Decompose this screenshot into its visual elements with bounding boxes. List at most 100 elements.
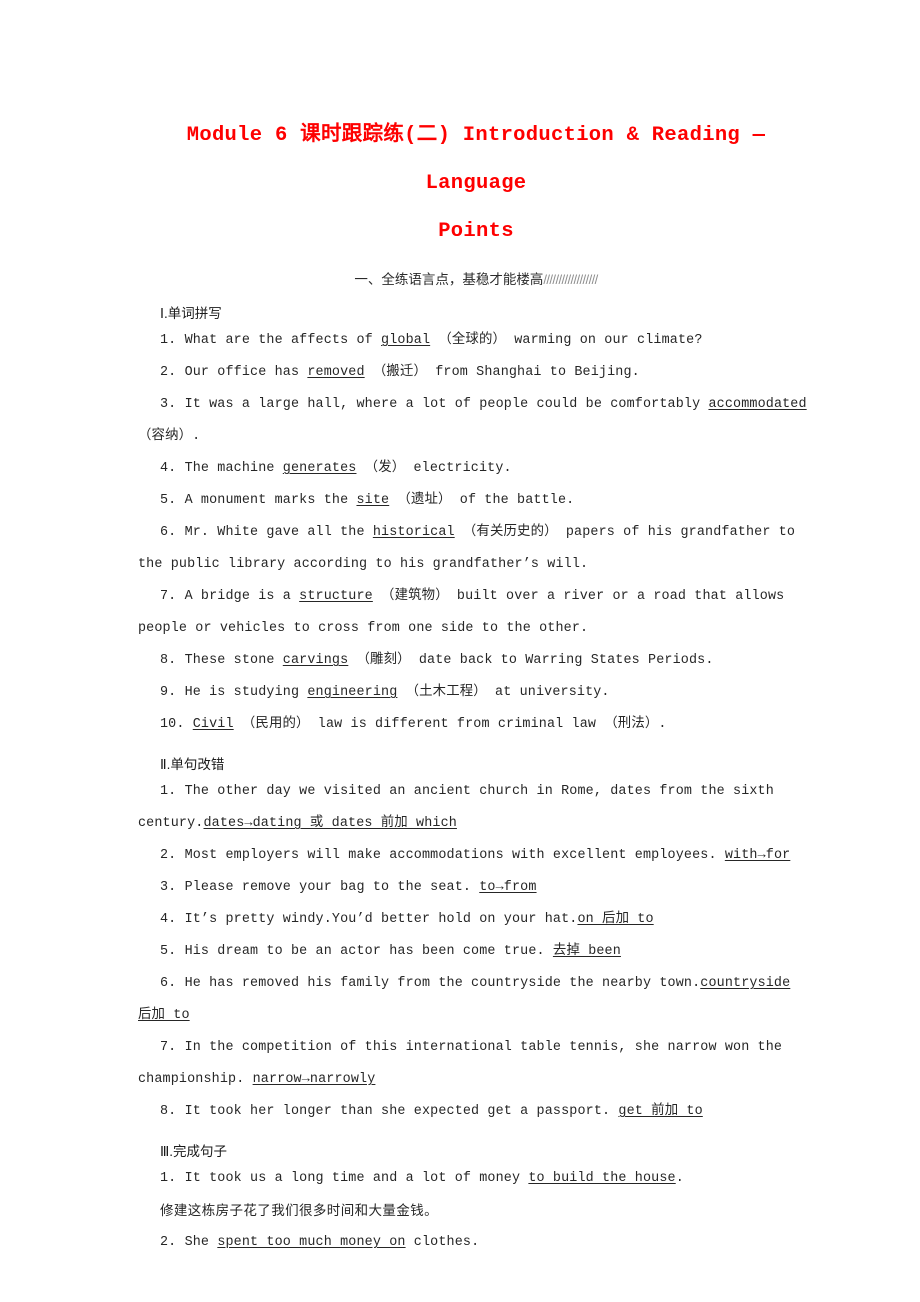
question-line: 5. A monument marks the site （遗址） of the… [138,485,814,517]
question-line: 3. Please remove your bag to the seat. t… [138,872,814,904]
question-line: 7. In the competition of this internatio… [138,1032,814,1064]
question-text: The other day we visited an ancient chur… [184,784,774,799]
question-text-tail: （有关历史的） papers of his grandfather to [454,525,796,540]
question-line: （容纳）. [138,421,814,453]
answer-text: removed [307,365,365,380]
question-text: The machine [184,461,283,476]
question-number: 4. [160,912,185,927]
question-text: the public library according to his gran… [138,557,589,572]
part-heading-2: Ⅱ.单句改错 [160,757,225,772]
question-number: 9. [160,685,185,700]
question-line: 8. It took her longer than she expected … [138,1096,814,1128]
question-number: 6. [160,525,185,540]
part-3-items: 1. It took us a long time and a lot of m… [138,1163,814,1259]
question-line: 4. The machine generates （发） electricity… [138,453,814,485]
question-line: 1. The other day we visited an ancient c… [138,776,814,808]
question-text-tail: （雕刻） date back to Warring States Periods… [348,653,714,668]
section-banner: 一、全练语言点，基稳才能楼高////////////////// [138,270,814,290]
question-text: Please remove your bag to the seat. [184,880,480,895]
answer-text: Civil [192,717,234,732]
answer-text: carvings [282,653,349,668]
question-line: 1. It took us a long time and a lot of m… [138,1163,814,1195]
question-text-tail: . [675,1171,684,1186]
question-text: 修建这栋房子花了我们很多时间和大量金钱。 [160,1203,438,1218]
question-text: championship. [138,1072,253,1087]
question-line: 7. A bridge is a structure （建筑物） built o… [138,581,814,613]
question-text: It took her longer than she expected get… [184,1104,619,1119]
question-number: 5. [160,493,185,508]
question-text: people or vehicles to cross from one sid… [138,621,589,636]
question-line: 后加 to [138,1000,814,1032]
answer-text: countryside [700,976,791,991]
question-text-tail: （建筑物） built over a river or a road that … [372,589,785,604]
question-line: 8. These stone carvings （雕刻） date back t… [138,645,814,677]
question-text-tail: （发） electricity. [356,461,512,476]
question-text-tail: （全球的） warming on our climate? [430,333,703,348]
question-line: century.dates→dating 或 dates 前加 which [138,808,814,840]
question-line: 4. It’s pretty windy.You’d better hold o… [138,904,814,936]
question-line: 2. She spent too much money on clothes. [138,1227,814,1259]
question-line: 6. He has removed his family from the co… [138,968,814,1000]
question-number: 5. [160,944,185,959]
question-line: 9. He is studying engineering （土木工程） at … [138,677,814,709]
answer-text: on 后加 to [577,912,654,927]
answer-text: with→for [724,848,791,863]
part-heading-1: Ⅰ.单词拼写 [160,306,222,321]
answer-text: to→from [479,880,537,895]
question-text-tail: clothes. [405,1235,480,1250]
question-text: A bridge is a [184,589,300,604]
question-text: He has removed his family from the count… [184,976,701,991]
question-text: century. [138,816,204,831]
question-number: 2. [160,848,185,863]
section-banner-slashes: ////////////////// [543,272,598,287]
question-number: 1. [160,333,185,348]
answer-text: spent too much money on [217,1235,406,1250]
answer-text: generates [282,461,357,476]
page-title-line1: Module 6 课时跟踪练(二) Introduction & Reading… [186,124,766,195]
question-number: 4. [160,461,185,476]
question-number: 7. [160,589,185,604]
question-text: In the competition of this international… [184,1040,783,1055]
question-text-tail: （搬迁） from Shanghai to Beijing. [364,365,640,380]
part-2-items: 1. The other day we visited an ancient c… [138,776,814,1128]
answer-text: narrow→narrowly [252,1072,376,1087]
question-line: 修建这栋房子花了我们很多时间和大量金钱。 [138,1195,814,1227]
answer-text: structure [299,589,373,604]
question-text-tail: （土木工程） at university. [397,685,610,700]
answer-text: engineering [307,685,398,700]
section-banner-text: 一、全练语言点，基稳才能楼高 [354,272,544,287]
question-number: 2. [160,1235,185,1250]
question-text: His dream to be an actor has been come t… [184,944,553,959]
question-line: 10. Civil （民用的） law is different from cr… [138,709,814,741]
question-number: 7. [160,1040,185,1055]
question-number: 3. [160,397,185,412]
answer-text: 后加 to [138,1008,190,1023]
question-text: Our office has [184,365,308,380]
question-text: （容纳）. [138,429,201,444]
page-content: Module 6 课时跟踪练(二) Introduction & Reading… [138,0,814,1259]
answer-text: global [381,333,431,348]
question-number: 3. [160,880,185,895]
question-number: 1. [160,1171,185,1186]
question-text: He is studying [184,685,308,700]
question-text: These stone [184,653,283,668]
question-text: A monument marks the [184,493,357,508]
question-text: Mr. White gave all the [184,525,373,540]
question-text: It took us a long time and a lot of mone… [184,1171,529,1186]
page-title-line2: Points [438,220,514,243]
question-line: 2. Our office has removed （搬迁） from Shan… [138,357,814,389]
question-text: Most employers will make accommodations … [184,848,725,863]
question-line: 3. It was a large hall, where a lot of p… [138,389,814,421]
question-text-tail: （民用的） law is different from criminal law… [233,717,667,732]
question-text: What are the affects of [184,333,382,348]
answer-text: to build the house [528,1171,676,1186]
question-line: 1. What are the affects of global （全球的） … [138,325,814,357]
question-text: It was a large hall, where a lot of peop… [184,397,709,412]
answer-text: accommodated [708,397,807,412]
question-line: championship. narrow→narrowly [138,1064,814,1096]
worksheet-page: Module 6 课时跟踪练(二) Introduction & Reading… [0,0,920,1302]
question-number: 1. [160,784,185,799]
question-number: 8. [160,653,185,668]
answer-text: get 前加 to [618,1104,703,1119]
question-line: people or vehicles to cross from one sid… [138,613,814,645]
